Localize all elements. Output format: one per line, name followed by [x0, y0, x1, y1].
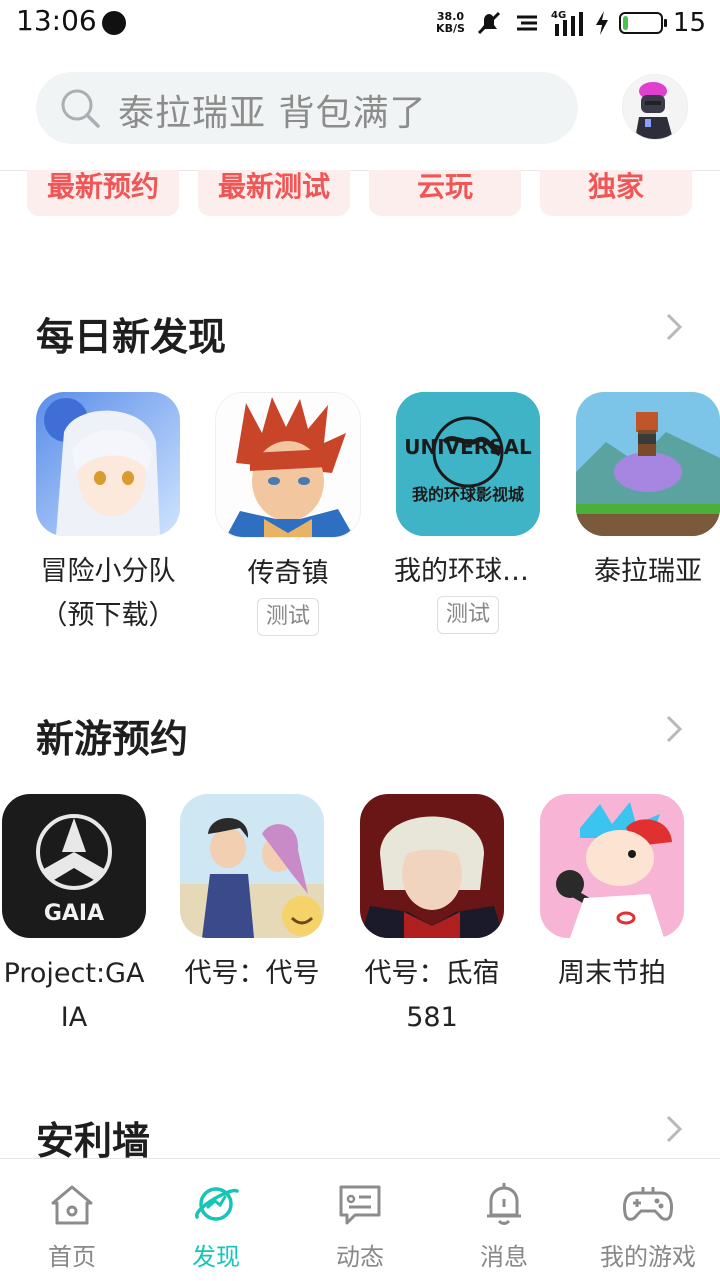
game-name: Project:GAIA [3, 958, 145, 1033]
game-icon-terraria [576, 392, 720, 536]
battery-level: 15 [672, 8, 706, 38]
game-name: 我的环球影视城 [394, 556, 542, 587]
chevron-right-icon[interactable] [664, 714, 684, 744]
game-card[interactable]: 代号：氐宿581 [358, 794, 506, 1040]
planet-icon [195, 1187, 239, 1221]
game-card[interactable]: 代号：代号 [178, 794, 326, 996]
sort-icon [516, 15, 537, 31]
status-icons: 38.0 KB/S 4G 15 [436, 6, 706, 40]
gamepad-icon [623, 1187, 673, 1221]
network-type: 4G [551, 10, 566, 21]
nav-discover[interactable]: 发现 [144, 1159, 288, 1281]
nav-label: 消息 [480, 1243, 528, 1271]
game-name: 代号：氐宿581 [364, 958, 500, 1033]
game-card[interactable]: 周末节拍 [538, 794, 686, 996]
game-name: 泰拉瑞亚 [594, 556, 702, 587]
game-card[interactable]: GAIA Project:GAIA [0, 794, 148, 1040]
game-tag-test: 测试 [256, 598, 319, 636]
chip-latest-preorder[interactable]: 最新预约 [27, 170, 179, 216]
nav-label: 发现 [192, 1243, 240, 1271]
nav-label: 动态 [336, 1243, 384, 1271]
game-card[interactable]: 泰拉瑞亚 [574, 392, 720, 594]
chip-exclusive[interactable]: 独家 [540, 170, 692, 216]
net-speed: 38.0 KB/S [436, 10, 465, 35]
bell-icon [487, 1183, 521, 1225]
game-icon-universal: UNIVERSAL 我的环球影视城 [396, 392, 540, 536]
game-icon-codename [180, 794, 324, 938]
game-tag-test: 测试 [436, 596, 499, 634]
notification-dot-icon [102, 11, 126, 35]
game-name: 冒险小分队（预下载） [40, 556, 176, 631]
game-name: 传奇镇 [247, 558, 329, 589]
top-header: 泰拉瑞亚 背包满了 [0, 46, 720, 171]
user-avatar[interactable] [622, 74, 688, 140]
section-title-preorder: 新游预约 [36, 717, 189, 761]
chip-latest-test[interactable]: 最新测试 [198, 170, 350, 216]
chevron-right-icon[interactable] [664, 312, 684, 342]
chip-cloud-play[interactable]: 云玩 [369, 170, 521, 216]
category-chips: 最新预约 最新测试 云玩 独家 [0, 170, 720, 220]
battery-icon [618, 12, 667, 34]
game-card[interactable]: 传奇镇 测试 [214, 392, 362, 636]
bottom-nav: 首页 发现 动态 消息 我的游戏 [0, 1158, 720, 1281]
nav-label: 首页 [48, 1243, 96, 1271]
home-icon [51, 1185, 93, 1225]
game-name: 代号：代号 [184, 958, 320, 989]
game-card[interactable]: 冒险小分队（预下载） [34, 392, 182, 638]
nav-messages[interactable]: 消息 [432, 1159, 576, 1281]
search-bar[interactable]: 泰拉瑞亚 背包满了 [36, 72, 578, 144]
charging-icon [595, 11, 608, 35]
nav-home[interactable]: 首页 [0, 1159, 144, 1281]
nav-feed[interactable]: 动态 [288, 1159, 432, 1281]
gaia-logo-text: GAIA [44, 901, 104, 926]
search-placeholder: 泰拉瑞亚 背包满了 [118, 93, 427, 134]
status-bar: 13:06 38.0 KB/S 4G 15 [0, 0, 720, 46]
universal-logo-subtext: 我的环球影视城 [412, 485, 524, 504]
game-card[interactable]: UNIVERSAL 我的环球影视城 我的环球影视城 测试 [394, 392, 542, 634]
game-icon-legend-town [215, 392, 361, 538]
mute-icon [477, 11, 500, 35]
avatar-image [623, 75, 687, 139]
battery-fill [622, 16, 628, 30]
universal-logo-text: UNIVERSAL [404, 435, 532, 459]
game-icon-project-gaia: GAIA [2, 794, 146, 938]
signal-icon: 4G [551, 10, 583, 36]
game-icon-adventure-squad [36, 392, 180, 536]
section-title-daily: 每日新发现 [36, 315, 227, 359]
game-icon-friday-night-funkin [540, 794, 684, 938]
section-title-recommend-wall: 安利墙 [36, 1119, 151, 1163]
nav-my-games[interactable]: 我的游戏 [576, 1159, 720, 1281]
game-icon-dishu581 [360, 794, 504, 938]
chat-bubble-icon [339, 1185, 381, 1225]
nav-label: 我的游戏 [600, 1243, 696, 1271]
search-icon [61, 89, 100, 128]
game-name: 周末节拍 [558, 958, 666, 989]
chevron-right-icon[interactable] [664, 1114, 684, 1144]
status-time: 13:06 [16, 4, 97, 37]
